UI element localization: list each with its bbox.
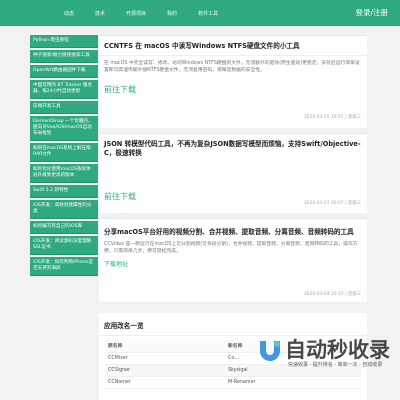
table-cell: CCNamer: [105, 376, 225, 389]
post-card-ccntfs: CCNTFS 在 macOS 中读写Windows NTFS硬盘文件的小工具 在…: [99, 35, 367, 128]
sidebar: Python 爬虫教程 种子搜索/磁力链接搜索工具 OpenWrt路由器固件下载…: [30, 35, 98, 278]
sidebar-item[interactable]: Python 爬虫教程: [30, 35, 98, 48]
watermark-subtext: 快速收录 · 提升排名 · 简单一次 · 自动收录: [288, 362, 383, 368]
watermark-u-icon: [260, 341, 280, 361]
nav-item-software-tools[interactable]: 软件工具: [198, 10, 218, 17]
nav-item-mine[interactable]: 我的: [167, 10, 177, 17]
sidebar-item[interactable]: iOS开发：高效创建属性的分类: [30, 200, 98, 219]
rename-table-title: 应用改名一览: [99, 313, 367, 336]
top-nav-bar: 动态 技术 开源项目 我的 软件工具 登录/注册: [0, 0, 400, 26]
nav-item-tech[interactable]: 技术: [95, 10, 105, 17]
post-card-json-model: JSON 转模型代码工具，不再为复杂JSON数据写模型而烦恼，支持Swift/O…: [99, 133, 367, 213]
sidebar-item[interactable]: 中国可用的 BT Tracker 服务器，每24小时自动更新: [30, 80, 98, 99]
sidebar-item[interactable]: 如何在macOS系统上解压缩RAR文件: [30, 143, 98, 162]
sidebar-item[interactable]: ElementSnap 一个优雅的，面向对Vue/iOS/macOS自动布局框架: [30, 116, 98, 141]
post-meta: 2020-03-25 16:57 / 黑狐三: [303, 115, 361, 120]
sidebar-item[interactable]: OpenWrt路由器固件下载: [30, 65, 98, 78]
post-title[interactable]: 分享macOS平台好用的视频分割、合并视频、提取音频、分离音频、音频转码的工具: [99, 219, 367, 237]
login-register-link[interactable]: 登录/注册: [355, 7, 388, 18]
sidebar-item[interactable]: Swift 5.2 新特性: [30, 185, 98, 198]
table-row: CCNamer M-Renamer: [105, 376, 361, 389]
column-header-old-name: 原名称: [105, 340, 225, 353]
watermark-text: 自动秒收录: [285, 338, 390, 362]
table-cell: CCSigner: [105, 364, 225, 377]
post-description: CCVideo 是一款运行在macOS上可分割视频(可多段分割)，合并视频，提取…: [104, 242, 358, 255]
table-cell: CCMixer: [105, 352, 225, 365]
sidebar-item[interactable]: 前端开发工具: [30, 101, 98, 114]
download-link[interactable]: 前往下载: [99, 84, 367, 95]
table-cell: M-Renamer: [225, 376, 361, 389]
post-card-ccvideo: 分享macOS平台好用的视频分割、合并视频、提取音频、分离音频、音频转码的工具 …: [99, 218, 367, 302]
post-title[interactable]: CCNTFS 在 macOS 中读写Windows NTFS硬盘文件的小工具: [99, 36, 367, 56]
sidebar-item[interactable]: 如何编写有自己的iOS库: [30, 221, 98, 234]
watermark-logo: 自动秒收录 快速收录 · 提升排名 · 简单一次 · 自动收录: [256, 334, 400, 374]
sidebar-item[interactable]: iOS开发：如何判断iPhone是否支持刘海屏: [30, 257, 98, 276]
nav-item-dynamic[interactable]: 动态: [64, 10, 74, 17]
sidebar-item[interactable]: 种子搜索/磁力链接搜索工具: [30, 50, 98, 63]
nav-item-open-source[interactable]: 开源项目: [126, 10, 146, 17]
post-description: 在 macOS 中完全读写、修改、访问Windows NTFS硬盘的文件，无须额…: [104, 61, 360, 74]
post-meta: 2020-03-07 00:07 / 黑狐三: [303, 201, 361, 206]
download-link[interactable]: 下载地址: [99, 259, 367, 268]
post-meta: 2020-03-04 20:27 / 黑狐三: [303, 292, 361, 297]
sidebar-item[interactable]: 如何优化使用macOS系统体验升级到更高的版本: [30, 164, 98, 183]
main-nav: 动态 技术 开源项目 我的 软件工具: [64, 0, 239, 26]
post-title[interactable]: JSON 转模型代码工具，不再为复杂JSON数据写模型而烦恼，支持Swift/O…: [99, 134, 367, 158]
sidebar-item[interactable]: iOS开发：阅读源码深度理解SSL证书: [30, 236, 98, 255]
